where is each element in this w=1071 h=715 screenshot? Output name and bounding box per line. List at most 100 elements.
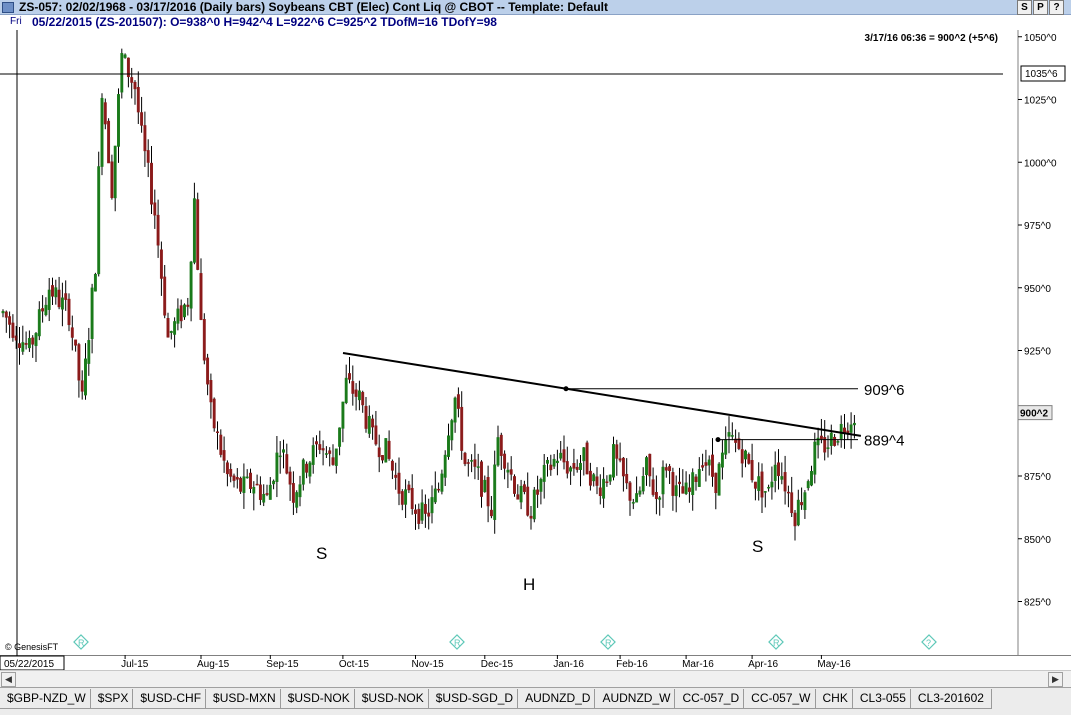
candle-body xyxy=(140,112,144,126)
p-button[interactable]: P xyxy=(1033,0,1048,15)
candle-body xyxy=(678,481,681,485)
candle-body xyxy=(790,492,794,514)
candle-body xyxy=(324,453,328,455)
candle-body xyxy=(473,459,477,467)
candle-body xyxy=(156,214,160,246)
help-button[interactable]: ? xyxy=(1049,0,1064,15)
candle-body xyxy=(671,472,675,496)
candle-body xyxy=(390,460,394,471)
symbol-tab[interactable]: $USD-NOK xyxy=(353,689,432,709)
candle-body xyxy=(262,494,266,503)
candle-body xyxy=(80,380,84,392)
candle-body xyxy=(694,476,698,482)
candle-body xyxy=(298,484,302,498)
candle-body xyxy=(407,484,411,491)
candle-body xyxy=(476,466,480,468)
candle-body xyxy=(64,293,68,300)
candle-body xyxy=(420,502,424,521)
candle-body xyxy=(519,485,523,503)
symbol-tab[interactable]: $GBP-NZD_W xyxy=(0,689,94,709)
candle-body xyxy=(47,289,51,310)
symbol-tab[interactable]: CC-057_D xyxy=(674,689,748,709)
candle-body xyxy=(354,389,358,397)
candle-body xyxy=(192,198,196,263)
crosshair-date-label: 05/22/2015 xyxy=(4,659,54,670)
candle-body xyxy=(371,418,375,428)
candle-body xyxy=(664,467,668,471)
candle-body xyxy=(31,337,35,345)
price-chart[interactable]: 1050^01025^01000^0975^0950^0925^0900^087… xyxy=(0,30,1071,670)
candle-body xyxy=(588,470,592,486)
plot-area[interactable] xyxy=(0,30,1018,655)
scroll-right-icon[interactable]: ▶ xyxy=(1048,672,1063,687)
symbol-tab[interactable]: $USD-SGD_D xyxy=(427,689,522,709)
x-tick-label: May-16 xyxy=(817,659,851,670)
candle-body xyxy=(364,405,368,429)
candle-body xyxy=(839,423,843,439)
candle-body xyxy=(562,449,566,463)
candle-body xyxy=(374,425,378,445)
candle-body xyxy=(654,491,658,500)
horizontal-scrollbar[interactable]: ◀ ▶ xyxy=(0,670,1071,687)
candle-body xyxy=(97,166,101,275)
candle-body xyxy=(648,453,652,477)
candle-body xyxy=(595,476,599,486)
candle-body xyxy=(499,434,503,456)
candle-body xyxy=(777,462,780,477)
candle-body xyxy=(730,435,734,437)
candle-body xyxy=(417,508,421,524)
candle-body xyxy=(618,458,622,461)
candle-body xyxy=(750,460,754,481)
window-title: ZS-057: 02/02/1968 - 03/17/2016 (Daily b… xyxy=(19,0,608,14)
candle-body xyxy=(575,466,579,470)
pattern-label: S xyxy=(752,537,763,556)
candle-body xyxy=(331,457,335,465)
symbol-tab[interactable]: CL3-055 xyxy=(851,689,914,709)
title-bar: ZS-057: 02/02/1968 - 03/17/2016 (Daily b… xyxy=(0,0,1071,15)
symbol-tab[interactable]: $SPX xyxy=(89,689,137,709)
symbol-tab[interactable]: CC-057_W xyxy=(743,689,819,709)
chart-svg[interactable]: 1050^01025^01000^0975^0950^0925^0900^087… xyxy=(0,30,1071,670)
candle-body xyxy=(305,463,309,473)
svg-text:R: R xyxy=(454,638,461,648)
candle-body xyxy=(315,441,318,445)
candle-body xyxy=(522,484,526,492)
candle-body xyxy=(219,434,223,455)
candle-body xyxy=(565,461,569,474)
pattern-label: H xyxy=(523,575,535,594)
candle-body xyxy=(18,343,21,348)
candle-body xyxy=(235,477,239,480)
s-button[interactable]: S xyxy=(1017,0,1032,15)
scroll-left-icon[interactable]: ◀ xyxy=(1,672,16,687)
candle-body xyxy=(344,377,348,403)
symbol-tab[interactable]: $USD-MXN xyxy=(205,689,284,709)
symbol-tab[interactable]: AUDNZD_D xyxy=(517,689,599,709)
symbol-tab[interactable]: CHK xyxy=(814,689,856,709)
candle-body xyxy=(496,437,500,466)
resistance-anchor xyxy=(563,386,569,392)
candle-body xyxy=(549,464,553,471)
candle-body xyxy=(592,474,596,482)
candle-body xyxy=(526,486,530,516)
candle-body xyxy=(21,342,25,352)
candle-body xyxy=(282,449,285,453)
candle-body xyxy=(658,497,662,500)
x-tick-label: Dec-15 xyxy=(481,659,514,670)
symbol-tab[interactable]: CL3-201602 xyxy=(909,689,992,709)
candle-body xyxy=(159,249,163,279)
candle-body xyxy=(447,435,450,457)
x-tick-label: Feb-16 xyxy=(616,659,648,670)
symbol-tab[interactable]: $USD-NOK xyxy=(279,689,358,709)
symbol-tab[interactable]: AUDNZD_W xyxy=(594,689,679,709)
candle-body xyxy=(387,440,391,459)
candle-body xyxy=(272,480,276,485)
candle-body xyxy=(255,483,259,486)
candle-body xyxy=(348,373,351,380)
symbol-tab[interactable]: $USD-CHF xyxy=(132,689,210,709)
x-tick-label: Jan-16 xyxy=(553,659,584,670)
candle-body xyxy=(579,462,582,470)
candle-body xyxy=(60,297,64,310)
candle-body xyxy=(301,459,305,485)
candle-body xyxy=(427,512,431,517)
candle-body xyxy=(793,512,797,527)
